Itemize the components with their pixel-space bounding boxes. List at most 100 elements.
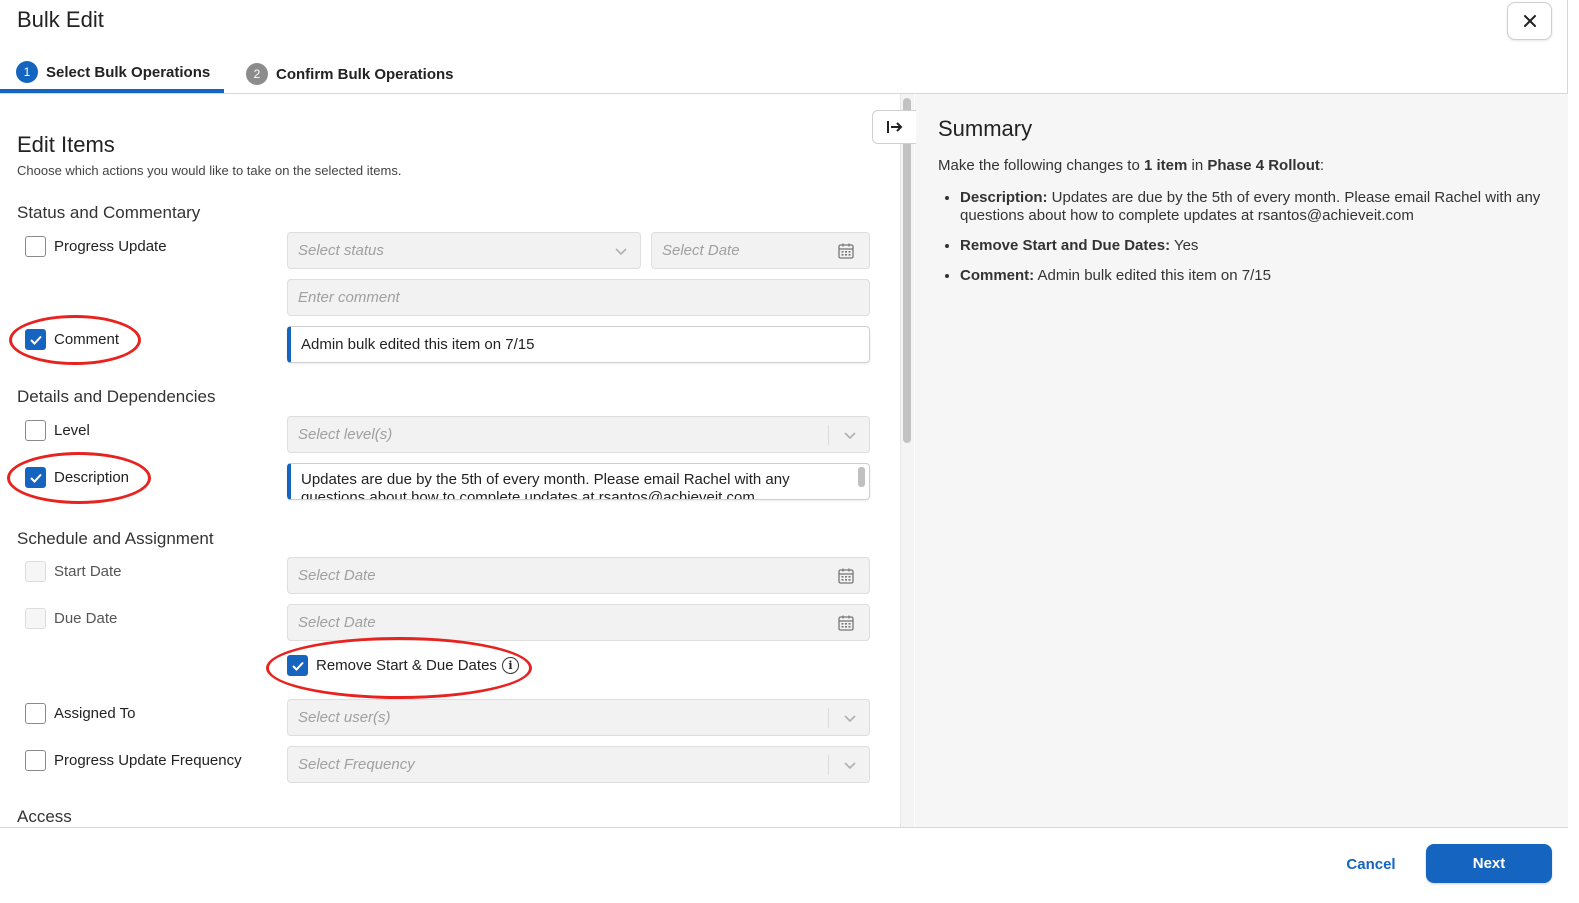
frequency-select[interactable]: Select Frequency bbox=[287, 746, 870, 783]
step-label: Confirm Bulk Operations bbox=[276, 65, 454, 83]
step-label: Select Bulk Operations bbox=[46, 63, 211, 81]
status-select-placeholder: Select status bbox=[298, 242, 384, 259]
edit-pane-scrollbar-thumb[interactable] bbox=[903, 98, 911, 443]
assigned-to-checkbox[interactable] bbox=[25, 703, 46, 724]
progress-update-checkbox[interactable] bbox=[25, 236, 46, 257]
description-row[interactable]: Description bbox=[25, 467, 129, 488]
start-date-placeholder: Select Date bbox=[298, 567, 376, 584]
level-label: Level bbox=[54, 422, 90, 439]
calendar-icon[interactable] bbox=[837, 242, 855, 260]
progress-date-input[interactable]: Select Date bbox=[651, 232, 870, 269]
summary-item-value: Yes bbox=[1170, 237, 1199, 254]
assigned-to-placeholder: Select user(s) bbox=[298, 709, 391, 726]
summary-list: Description: Updates are due by the 5th … bbox=[960, 189, 1550, 297]
due-date-placeholder: Select Date bbox=[298, 614, 376, 631]
start-date-row: Start Date bbox=[25, 561, 122, 582]
chevron-down-icon bbox=[844, 762, 856, 770]
comment-row[interactable]: Comment bbox=[25, 329, 119, 350]
modal-footer: Cancel Next bbox=[0, 827, 1568, 903]
section-details-dependencies: Details and Dependencies bbox=[17, 387, 216, 406]
start-date-checkbox bbox=[25, 561, 46, 582]
checkmark-icon bbox=[29, 335, 42, 345]
assigned-to-row[interactable]: Assigned To bbox=[25, 703, 135, 724]
comment-input[interactable]: Admin bulk edited this item on 7/15 bbox=[287, 326, 870, 363]
due-date-checkbox bbox=[25, 608, 46, 629]
summary-item: Remove Start and Due Dates: Yes bbox=[960, 237, 1550, 255]
next-button[interactable]: Next bbox=[1426, 844, 1552, 883]
arrow-right-to-bar-icon bbox=[886, 121, 902, 133]
summary-pane: Summary Make the following changes to 1 … bbox=[915, 94, 1568, 827]
chevron-down-icon bbox=[844, 432, 856, 440]
remove-dates-checkbox[interactable] bbox=[287, 655, 308, 676]
progress-update-row[interactable]: Progress Update bbox=[25, 236, 167, 257]
comment-label: Comment bbox=[54, 331, 120, 348]
calendar-icon bbox=[838, 568, 854, 584]
frequency-row[interactable]: Progress Update Frequency bbox=[25, 750, 242, 771]
step-confirm-operations[interactable]: 2 Confirm Bulk Operations bbox=[246, 52, 454, 96]
summary-intro-prefix: Make the following changes to bbox=[938, 157, 1144, 174]
status-select[interactable]: Select status bbox=[287, 232, 641, 269]
level-checkbox[interactable] bbox=[25, 420, 46, 441]
frequency-checkbox[interactable] bbox=[25, 750, 46, 771]
modal-title: Bulk Edit bbox=[17, 7, 104, 32]
textarea-scrollbar[interactable] bbox=[858, 467, 865, 487]
checkmark-icon bbox=[291, 661, 304, 671]
due-date-input: Select Date bbox=[287, 604, 870, 641]
summary-intro-mid: in bbox=[1187, 157, 1208, 174]
section-access: Access bbox=[17, 807, 72, 826]
bulk-edit-modal: Bulk Edit 1 Select Bulk Operations 2 Con… bbox=[0, 0, 1568, 903]
description-textarea[interactable]: Updates are due by the 5th of every mont… bbox=[287, 463, 870, 500]
frequency-placeholder: Select Frequency bbox=[298, 756, 415, 773]
level-row[interactable]: Level bbox=[25, 420, 90, 441]
summary-item-value: Updates are due by the 5th of every mont… bbox=[960, 189, 1541, 224]
start-date-input: Select Date bbox=[287, 557, 870, 594]
info-icon[interactable]: i bbox=[501, 657, 519, 674]
comment-input-value: Admin bulk edited this item on 7/15 bbox=[301, 336, 535, 353]
collapse-summary-button[interactable] bbox=[872, 110, 916, 144]
remove-dates-row[interactable]: Remove Start & Due Dates i bbox=[287, 655, 519, 676]
close-button[interactable] bbox=[1507, 2, 1552, 40]
description-textarea-value: Updates are due by the 5th of every mont… bbox=[301, 471, 790, 500]
description-label: Description bbox=[54, 469, 130, 486]
due-date-row: Due Date bbox=[25, 608, 117, 629]
description-checkbox[interactable] bbox=[25, 467, 46, 488]
edit-items-subtitle: Choose which actions you would like to t… bbox=[17, 163, 402, 178]
select-divider bbox=[828, 708, 829, 728]
due-date-label: Due Date bbox=[54, 610, 118, 627]
stepper: 1 Select Bulk Operations 2 Confirm Bulk … bbox=[0, 50, 1568, 94]
cancel-button[interactable]: Cancel bbox=[1331, 849, 1411, 879]
step-number: 2 bbox=[246, 63, 268, 85]
summary-item: Description: Updates are due by the 5th … bbox=[960, 189, 1550, 225]
summary-intro: Make the following changes to 1 item in … bbox=[938, 157, 1324, 174]
summary-item-key: Remove Start and Due Dates: bbox=[960, 237, 1171, 254]
start-date-label: Start Date bbox=[54, 563, 122, 580]
summary-item-key: Description: bbox=[960, 189, 1048, 206]
remove-dates-label: Remove Start & Due Dates bbox=[316, 657, 497, 674]
calendar-icon bbox=[838, 615, 854, 631]
summary-item-value: Admin bulk edited this item on 7/15 bbox=[1034, 267, 1271, 284]
assigned-to-label: Assigned To bbox=[54, 705, 136, 722]
step-number: 1 bbox=[16, 61, 38, 83]
level-select[interactable]: Select level(s) bbox=[287, 416, 870, 453]
chevron-down-icon bbox=[844, 715, 856, 723]
progress-comment-input[interactable]: Enter comment bbox=[287, 279, 870, 316]
select-divider bbox=[828, 425, 829, 445]
section-status-commentary: Status and Commentary bbox=[17, 203, 201, 222]
progress-comment-placeholder: Enter comment bbox=[298, 289, 400, 306]
chevron-down-icon bbox=[615, 248, 627, 256]
summary-item-key: Comment: bbox=[960, 267, 1035, 284]
checkmark-icon bbox=[29, 473, 42, 483]
edit-items-pane: Edit Items Choose which actions you woul… bbox=[0, 94, 900, 827]
summary-item: Comment: Admin bulk edited this item on … bbox=[960, 267, 1550, 285]
frequency-label: Progress Update Frequency bbox=[54, 752, 242, 769]
level-select-placeholder: Select level(s) bbox=[298, 426, 393, 443]
section-schedule-assignment: Schedule and Assignment bbox=[17, 529, 214, 548]
select-divider bbox=[828, 755, 829, 775]
close-icon bbox=[1523, 15, 1536, 27]
assigned-to-select[interactable]: Select user(s) bbox=[287, 699, 870, 736]
active-step-indicator bbox=[0, 89, 224, 93]
step-select-operations[interactable]: 1 Select Bulk Operations bbox=[16, 50, 210, 94]
summary-title: Summary bbox=[938, 116, 1033, 141]
edit-items-title: Edit Items bbox=[17, 132, 115, 157]
comment-checkbox[interactable] bbox=[25, 329, 46, 350]
